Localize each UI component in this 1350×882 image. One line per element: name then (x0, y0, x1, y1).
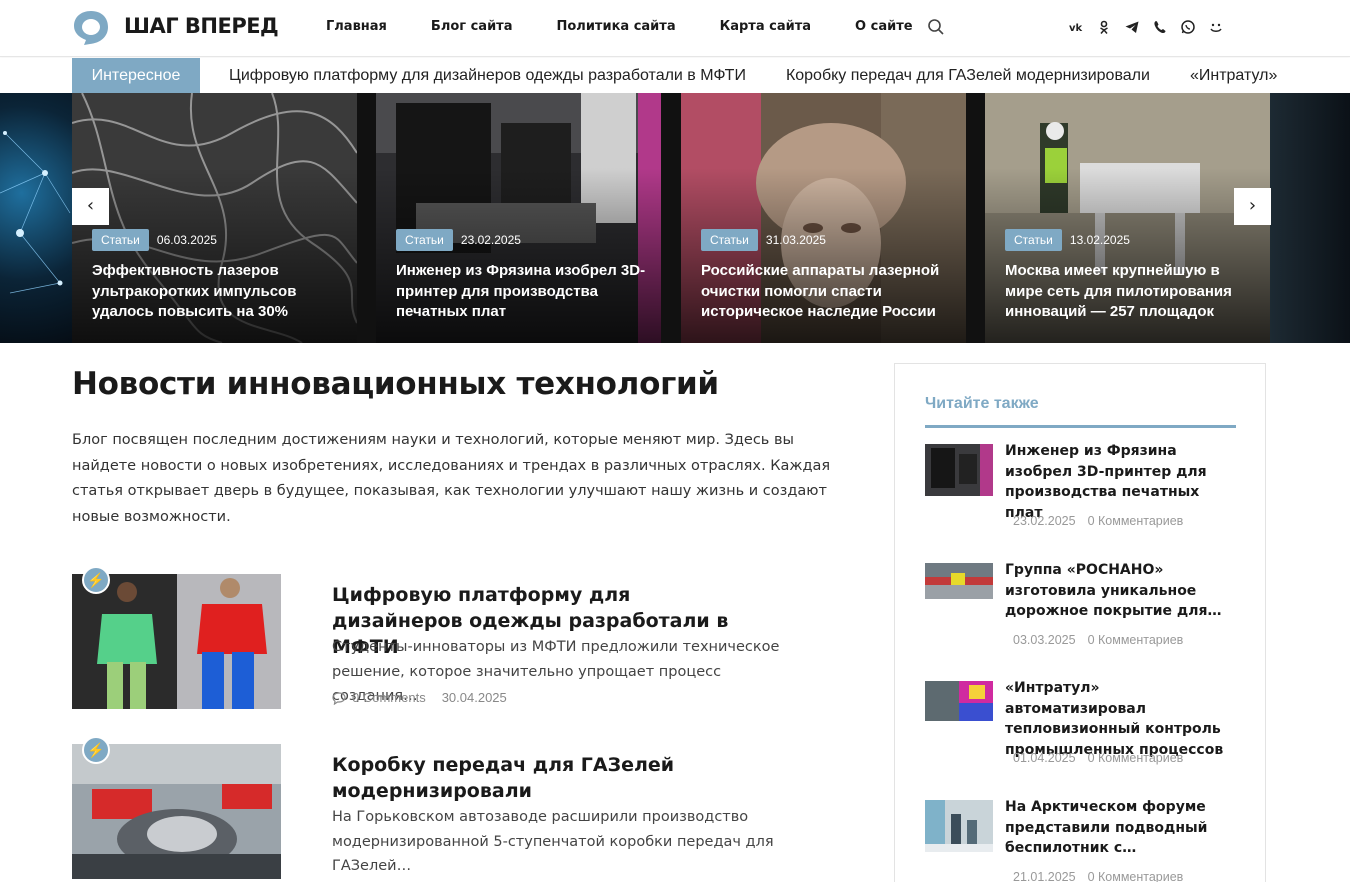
related-item: Инженер из Фрязина изобрел 3D-принтер дл… (925, 443, 1236, 534)
related-date: 23.02.2025 (1013, 514, 1076, 528)
slide-title[interactable]: Москва имеет крупнейшую в мире сеть для … (1005, 261, 1255, 323)
slider-next-button[interactable]: › (1234, 188, 1271, 225)
related-thumbnail[interactable] (925, 681, 993, 733)
nav-sitemap[interactable]: Карта сайта (720, 19, 811, 34)
related-item: На Арктическом форуме представили подвод… (925, 799, 1236, 882)
sidebar-related: Читайте также Инженер из Фрязина изобрел… (894, 363, 1266, 882)
related-date: 01.04.2025 (1013, 751, 1076, 765)
related-meta: 03.03.2025 0 Комментариев (1013, 633, 1183, 647)
whatsapp-icon[interactable] (1180, 19, 1196, 35)
post-thumbnail[interactable] (72, 574, 281, 709)
page-title: Новости инновационных технологий (72, 366, 719, 402)
category-badge[interactable]: Статьи (92, 229, 149, 251)
slide-card[interactable]: Статьи 23.02.2025 Инженер из Фрязина изо… (376, 93, 661, 343)
sidebar-divider (925, 425, 1236, 428)
logo-icon[interactable] (72, 9, 110, 47)
slide-peek-left (0, 93, 72, 343)
related-thumbnail[interactable] (925, 563, 993, 615)
site-header: ШАГ ВПЕРЕД Главная Блог сайта Политика с… (0, 0, 1350, 57)
related-title[interactable]: Инженер из Фрязина изобрел 3D-принтер дл… (1005, 441, 1241, 523)
related-comments[interactable]: 0 Комментариев (1088, 514, 1184, 528)
search-icon[interactable] (927, 18, 945, 36)
slide-meta: Статьи 06.03.2025 (92, 229, 217, 251)
nav-blog[interactable]: Блог сайта (431, 19, 513, 34)
news-ticker: Интересное Цифровую платформу для дизайн… (0, 58, 1350, 93)
related-thumbnail[interactable] (925, 800, 993, 852)
related-date: 21.01.2025 (1013, 870, 1076, 882)
telegram-icon[interactable] (1124, 19, 1140, 35)
post-title[interactable]: Коробку передач для ГАЗелей модернизиров… (332, 752, 752, 804)
slide-card[interactable]: Статьи 06.03.2025 Эффективность лазеров … (72, 93, 357, 343)
vk-messenger-icon[interactable] (1208, 19, 1224, 35)
ticker-item[interactable]: Цифровую платформу для дизайнеров одежды… (229, 58, 746, 93)
vk-icon[interactable]: vk (1068, 19, 1084, 35)
slide-peek-right (1270, 93, 1350, 343)
post-meta: 0 Comments 30.04.2025 (332, 690, 507, 705)
network-image (0, 131, 71, 294)
svg-text:vk: vk (1069, 23, 1083, 34)
featured-slider: Статьи 06.03.2025 Эффективность лазеров … (0, 93, 1350, 343)
social-links: vk (1068, 19, 1224, 35)
slide-date: 31.03.2025 (765, 233, 826, 247)
post-card: ⚡ Коробку передач для ГАЗелей модернизир… (72, 736, 832, 882)
related-comments[interactable]: 0 Комментариев (1088, 870, 1184, 882)
post-card: ⚡ Цифровую платформу для дизайнеров одеж… (72, 566, 832, 714)
category-badge[interactable]: Статьи (1005, 229, 1062, 251)
slide-date: 06.03.2025 (156, 233, 217, 247)
lightning-icon: ⚡ (82, 566, 110, 594)
slide-card[interactable]: Статьи 13.02.2025 Москва имеет крупнейшу… (985, 93, 1270, 343)
slide-meta: Статьи 13.02.2025 (1005, 229, 1130, 251)
nav-policy[interactable]: Политика сайта (556, 19, 675, 34)
related-title[interactable]: Группа «РОСНАНО» изготовила уникальное д… (1005, 560, 1241, 622)
post-excerpt: На Горьковском автозаводе расширили прои… (332, 809, 774, 874)
slide-title[interactable]: Инженер из Фрязина изобрел 3D-принтер дл… (396, 261, 646, 323)
slide-card[interactable]: Статьи 31.03.2025 Российские аппараты ла… (681, 93, 966, 343)
post-date: 30.04.2025 (441, 690, 507, 705)
slide-meta: Статьи 23.02.2025 (396, 229, 521, 251)
ticker-label: Интересное (72, 58, 200, 93)
nav-about[interactable]: О сайте (855, 19, 913, 34)
related-title[interactable]: «Интратул» автоматизировал тепловизионны… (1005, 678, 1241, 760)
slide-title[interactable]: Российские аппараты лазерной очистки пом… (701, 261, 951, 323)
page-intro: Блог посвящен последним достижениям наук… (72, 432, 831, 525)
related-meta: 23.02.2025 0 Комментариев (1013, 514, 1183, 528)
related-meta: 21.01.2025 0 Комментариев (1013, 870, 1183, 882)
slider-prev-button[interactable]: ‹ (72, 188, 109, 225)
viber-icon[interactable] (1152, 19, 1168, 35)
related-meta: 01.04.2025 0 Комментариев (1013, 751, 1183, 765)
sidebar-title: Читайте также (925, 395, 1039, 412)
comment-icon (332, 691, 346, 705)
slide-meta: Статьи 31.03.2025 (701, 229, 826, 251)
main-nav: Главная Блог сайта Политика сайта Карта … (326, 19, 957, 34)
slide-date: 23.02.2025 (460, 233, 521, 247)
related-comments[interactable]: 0 Комментариев (1088, 751, 1184, 765)
related-item: Группа «РОСНАНО» изготовила уникальное д… (925, 562, 1236, 653)
post-thumbnail[interactable] (72, 744, 281, 879)
nav-home[interactable]: Главная (326, 19, 387, 34)
related-item: «Интратул» автоматизировал тепловизионны… (925, 680, 1236, 771)
category-badge[interactable]: Статьи (701, 229, 758, 251)
ticker-item[interactable]: Коробку передач для ГАЗелей модернизиров… (786, 58, 1150, 93)
related-date: 03.03.2025 (1013, 633, 1076, 647)
slide-date: 13.02.2025 (1069, 233, 1130, 247)
slide-title[interactable]: Эффективность лазеров ультракоротких имп… (92, 261, 342, 323)
related-thumbnail[interactable] (925, 444, 993, 496)
lightning-icon: ⚡ (82, 736, 110, 764)
odnoklassniki-icon[interactable] (1096, 19, 1112, 35)
site-logo-text[interactable]: ШАГ ВПЕРЕД (124, 14, 279, 38)
ticker-items: Цифровую платформу для дизайнеров одежды… (229, 58, 1317, 93)
related-title[interactable]: На Арктическом форуме представили подвод… (1005, 797, 1241, 859)
category-badge[interactable]: Статьи (396, 229, 453, 251)
ticker-item[interactable]: «Интратул» (1190, 58, 1277, 93)
post-comments[interactable]: 0 Comments (352, 690, 426, 705)
related-comments[interactable]: 0 Комментариев (1088, 633, 1184, 647)
